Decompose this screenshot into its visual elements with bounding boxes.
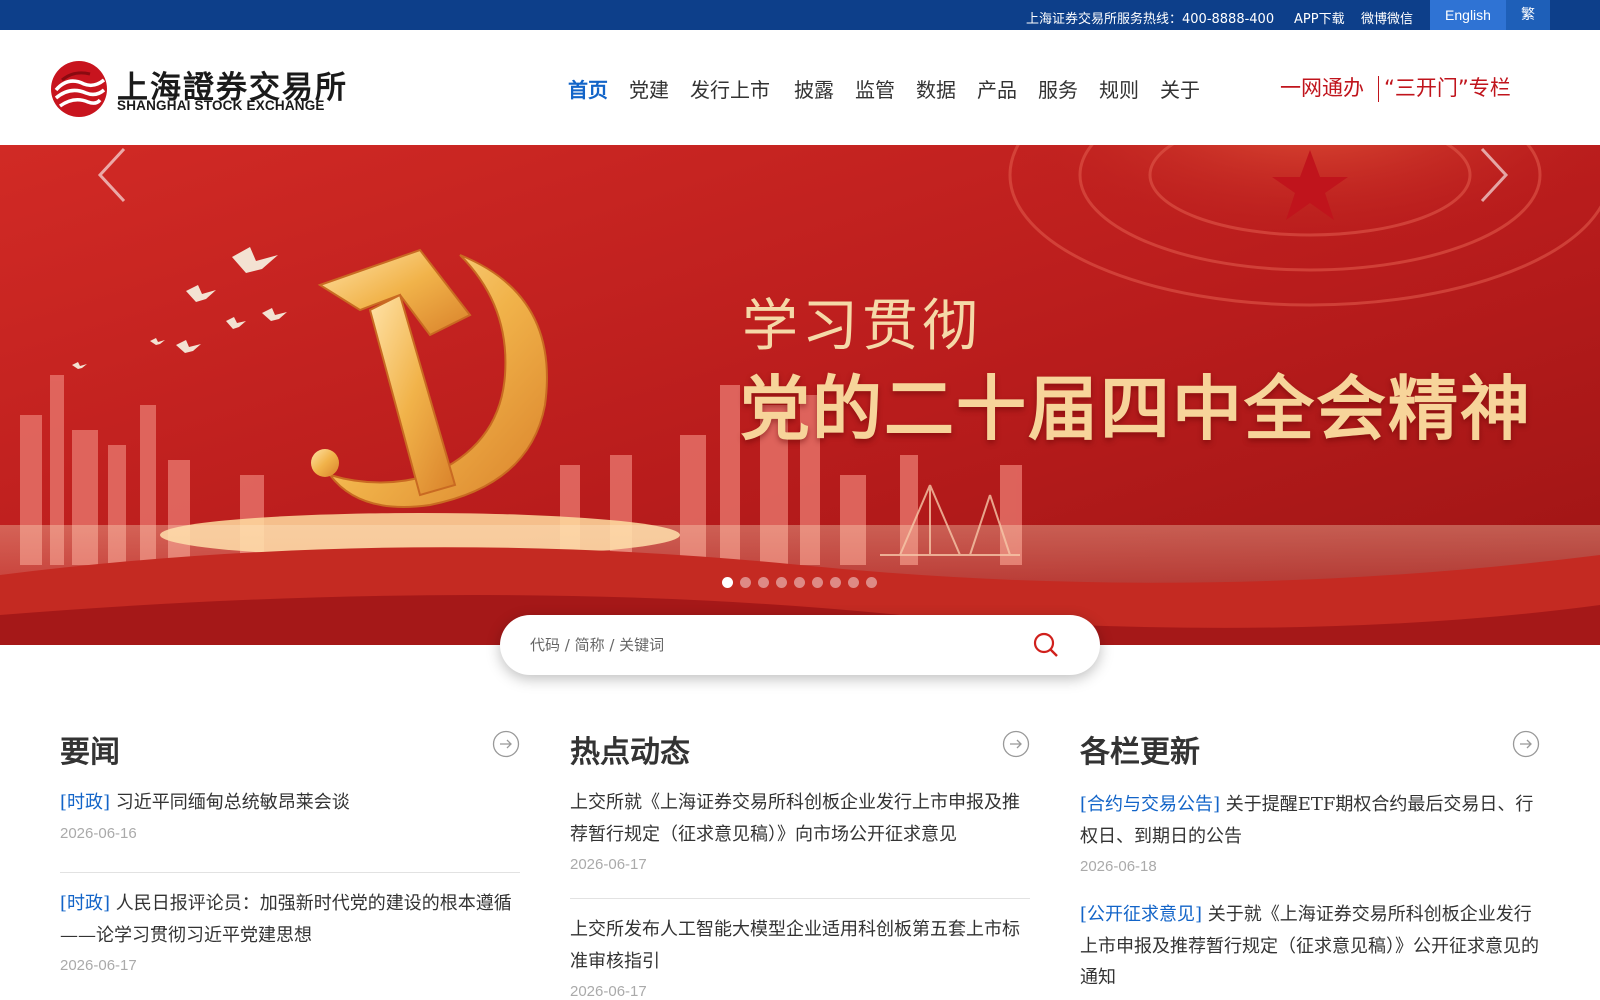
sse-logo[interactable]: 上海證券交易所 SHANGHAI STOCK EXCHANGE [50, 60, 346, 118]
sse-logo-mark-icon [51, 61, 107, 117]
language-english-button[interactable]: English [1430, 0, 1506, 30]
service-hotline: 上海证券交易所服务热线：400-8888-400 [1026, 12, 1275, 27]
nav-item-party[interactable]: 党建 [629, 74, 669, 103]
news-item-title[interactable]: 习近平同缅甸总统敏昂莱会谈 [110, 792, 350, 813]
search-icon[interactable] [1032, 631, 1060, 659]
special-divider [1378, 76, 1379, 102]
slide-dot[interactable] [776, 577, 787, 588]
three-open-doors-link[interactable]: “三开门”专栏 [1384, 72, 1511, 102]
hot-topic-date: 2026-06-17 [570, 856, 647, 873]
app-download-link[interactable]: APP下载 [1294, 8, 1345, 27]
news-item[interactable]: [时政] 人民日报评论员：加强新时代党的建设的根本遵循——论学习贯彻习近平党建思… [60, 888, 520, 974]
news-item-date: 2026-06-16 [60, 824, 137, 842]
news-item-tag: [时政] [60, 792, 111, 813]
updates-more-arrow-icon[interactable] [1512, 730, 1540, 758]
nav-item-data[interactable]: 数据 [916, 74, 956, 103]
language-traditional-button[interactable]: 繁 [1506, 0, 1550, 30]
hot-topics-more-arrow-icon[interactable] [1002, 730, 1030, 758]
slide-dot[interactable] [722, 577, 733, 588]
nav-item-about[interactable]: 关于 [1160, 74, 1200, 103]
nav-item-products[interactable]: 产品 [977, 74, 1017, 103]
news-item-date: 2026-06-17 [60, 957, 137, 974]
slide-dot[interactable] [848, 577, 859, 588]
nav-item-rules[interactable]: 规则 [1099, 74, 1139, 103]
nav-item-services[interactable]: 服务 [1038, 74, 1078, 103]
slide-dot[interactable] [758, 577, 769, 588]
update-item-date: 2026-06-18 [1080, 858, 1157, 875]
slide-dot[interactable] [740, 577, 751, 588]
hot-topic-item[interactable]: 上交所发布人工智能大模型企业适用科创板第五套上市标准审核指引 2026-06-1… [570, 914, 1030, 1000]
slide-dot[interactable] [866, 577, 877, 588]
banner-next-arrow-icon[interactable] [1474, 145, 1514, 205]
search-input[interactable] [530, 629, 990, 661]
nav-item-listing[interactable]: 发行上市 [690, 74, 770, 103]
update-item[interactable]: [公开征求意见] 关于就《上海证券交易所科创板企业发行上市申报及推荐暂行规定（征… [1080, 899, 1540, 994]
hero-banner[interactable]: 学习贯彻 党的二十届四中全会精神 [0, 145, 1600, 645]
weibo-wechat-link[interactable]: 微博微信 [1361, 8, 1413, 27]
banner-headline-line1: 学习贯彻 [742, 294, 982, 359]
slide-dot[interactable] [812, 577, 823, 588]
hot-topic-title[interactable]: 上交所发布人工智能大模型企业适用科创板第五套上市标准审核指引 [570, 919, 1020, 972]
news-item-tag: [时政] [60, 893, 111, 914]
hot-topic-title[interactable]: 上交所就《上海证券交易所科创板企业发行上市申报及推荐暂行规定（征求意见稿）》向市… [570, 792, 1020, 845]
one-stop-service-link[interactable]: 一网通办 [1280, 72, 1364, 102]
news-item[interactable]: [时政] 习近平同缅甸总统敏昂莱会谈 2026-06-16 [60, 787, 520, 842]
hot-topic-date: 2026-06-17 [570, 983, 647, 1000]
slide-dot[interactable] [794, 577, 805, 588]
news-divider [60, 872, 520, 873]
updates-column-title: 各栏更新 [1080, 735, 1200, 770]
logo-english-name: SHANGHAI STOCK EXCHANGE [117, 98, 325, 113]
top-utility-bar: 上海证券交易所服务热线：400-8888-400 APP下载 微博微信 Engl… [0, 0, 1600, 30]
banner-headline-line2: 党的二十届四中全会精神 [740, 368, 1532, 450]
nav-item-home[interactable]: 首页 [568, 74, 608, 103]
nav-item-disclosure[interactable]: 披露 [794, 74, 834, 103]
hot-topic-item[interactable]: 上交所就《上海证券交易所科创板企业发行上市申报及推荐暂行规定（征求意见稿）》向市… [570, 787, 1030, 873]
news-column-title: 要闻 [60, 735, 120, 770]
update-item-tag: [公开征求意见] [1080, 904, 1203, 925]
banner-prev-arrow-icon[interactable] [92, 145, 132, 205]
nav-item-regulation[interactable]: 监管 [855, 74, 895, 103]
hot-topic-divider [570, 898, 1030, 899]
hot-topics-column-title: 热点动态 [570, 735, 690, 770]
news-more-arrow-icon[interactable] [492, 730, 520, 758]
site-search-bar [500, 615, 1100, 675]
news-item-title[interactable]: 人民日报评论员：加强新时代党的建设的根本遵循——论学习贯彻习近平党建思想 [60, 893, 512, 946]
update-item-tag: [合约与交易公告] [1080, 794, 1221, 815]
update-item[interactable]: [合约与交易公告] 关于提醒ETF期权合约最后交易日、行权日、到期日的公告 20… [1080, 789, 1540, 875]
site-header: 上海證券交易所 SHANGHAI STOCK EXCHANGE 首页 党建 发行… [0, 30, 1600, 145]
slide-dot[interactable] [830, 577, 841, 588]
